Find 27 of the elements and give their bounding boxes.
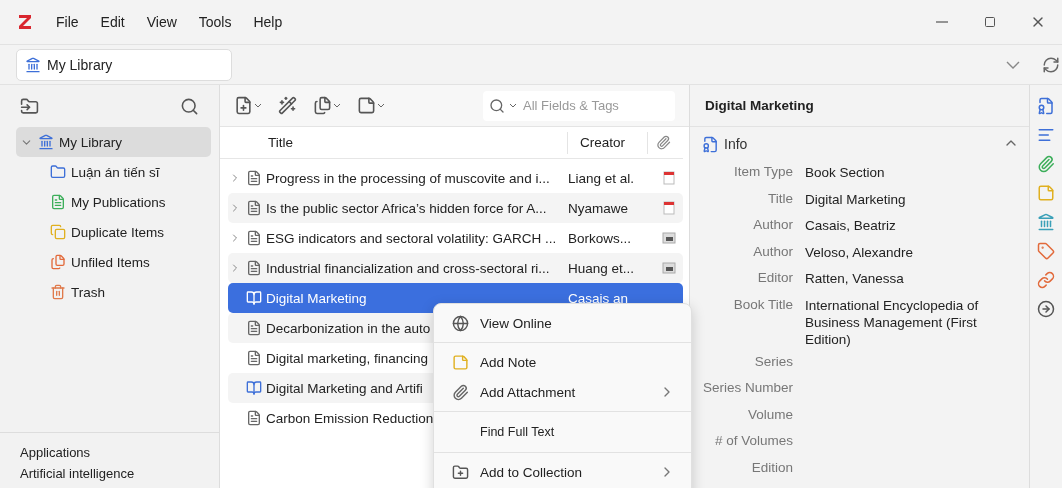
field-label: Book Title	[732, 296, 793, 314]
item-title: Industrial financialization and cross-sectoral ri...	[266, 260, 550, 276]
item-creator: Liang et al.	[568, 170, 635, 186]
item-title: ESG indicators and sectoral volatility: GARCH ...	[266, 230, 557, 246]
item-title: Is the public sector Africa’s hidden force for A...	[266, 200, 547, 216]
item-creator: Casais an	[568, 290, 629, 306]
item-creator: Borkows...	[568, 230, 632, 246]
item-title: Carbon Emission Reduction	[266, 410, 434, 426]
item-title: Progress in the processing of muscovite and i...	[266, 170, 550, 186]
item-title: Digital Marketing	[266, 290, 367, 306]
field-label: # of Volumes	[713, 433, 793, 450]
item-title: Digital Marketing and Artifi	[266, 380, 423, 396]
field-label: Editor	[756, 270, 793, 287]
field-label: Item Type	[732, 164, 793, 181]
field-label: Author	[752, 243, 793, 261]
item-creator: Huang et...	[568, 260, 635, 276]
section-title: Info	[724, 136, 748, 152]
item-title: Decarbonization in the auto	[266, 320, 431, 336]
field-label: Title	[767, 190, 793, 208]
field-label: Series Number	[701, 380, 793, 397]
item-pane-title: Digital Marketing	[690, 85, 1029, 127]
field-label: Author	[752, 217, 793, 234]
item-creator: Nyamawe	[568, 200, 629, 216]
field-label: Series	[753, 353, 793, 371]
item-title: Digital marketing, financing	[266, 350, 429, 366]
field-label: Volume	[746, 406, 793, 424]
field-label: Edition	[750, 459, 793, 477]
